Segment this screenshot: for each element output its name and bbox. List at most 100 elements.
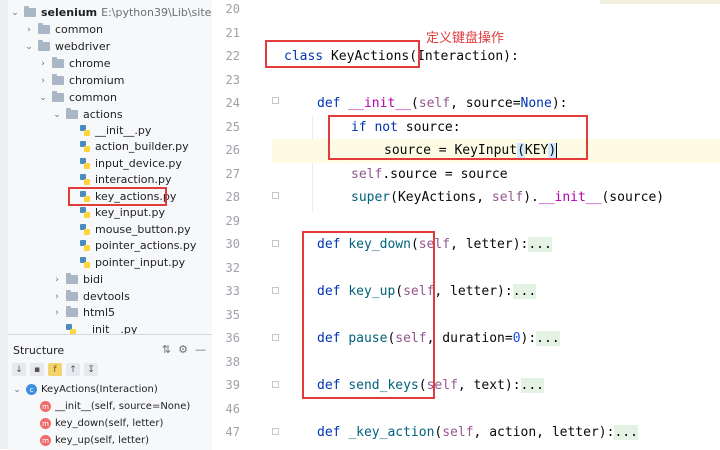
tree-item-label: chrome (69, 57, 111, 70)
chevron-right-icon[interactable]: › (24, 25, 34, 35)
line-number: 46 (225, 402, 240, 416)
code-text: (KeyActions, (390, 190, 492, 205)
project-tree: ⌄ selenium E:\python39\Lib\site-package … (8, 0, 212, 334)
gear-icon[interactable]: ⚙ (178, 343, 188, 356)
line-number: 30 (225, 237, 240, 251)
structure-item-method[interactable]: m key_up(self, letter) (40, 432, 149, 449)
folder-icon (66, 290, 78, 301)
chevron-right-icon[interactable]: › (38, 59, 48, 69)
chevron-right-icon[interactable]: › (52, 292, 62, 302)
tree-item-label: action_builder.py (95, 140, 189, 153)
python-file-icon (80, 207, 90, 218)
tree-file[interactable]: mouse_button.py (80, 221, 191, 238)
code-text: , duration= (426, 331, 513, 346)
show-methods-icon[interactable]: f (48, 363, 62, 376)
chevron-down-icon[interactable]: ⌄ (52, 110, 62, 120)
code-text: ( (410, 96, 419, 111)
highlight-init-body (328, 115, 588, 160)
structure-item-label: key_up(self, letter) (55, 435, 150, 446)
tree-item[interactable]: ⌄ common (38, 89, 117, 106)
line-number: 38 (225, 355, 240, 369)
inherited-icon[interactable]: ↑ (66, 363, 80, 376)
folder-icon (52, 91, 64, 102)
tree-item[interactable]: ⌄ webdriver (24, 38, 110, 55)
self-keyword: self (491, 190, 524, 205)
tree-item-label: webdriver (55, 40, 111, 53)
folder-icon (66, 108, 78, 119)
self-keyword: self (351, 167, 383, 182)
python-file-icon (80, 125, 90, 136)
tree-item-label: chromium (69, 74, 125, 87)
tree-item-label: __init__.py (81, 323, 138, 334)
line-number: 25 (225, 120, 240, 134)
tree-item[interactable]: › devtools (52, 288, 130, 305)
structure-toolbar: ⇅ ⚙ — (162, 343, 206, 356)
tree-item[interactable]: › bidi (52, 271, 103, 288)
chevron-down-icon[interactable]: ⌄ (38, 93, 48, 103)
tree-item[interactable]: ⌄ actions (52, 106, 123, 123)
folded-code[interactable]: ... (536, 331, 560, 346)
structure-item-class[interactable]: ⌄ c KeyActions(Interaction) (12, 381, 158, 398)
chevron-right-icon[interactable]: › (52, 275, 62, 285)
minimize-icon[interactable]: — (195, 343, 206, 356)
folded-code[interactable]: ... (614, 425, 638, 440)
tree-file[interactable]: pointer_input.py (80, 254, 185, 271)
code-line-47: def _key_action(self, action, letter):..… (317, 421, 720, 445)
folded-code[interactable]: ... (520, 378, 545, 393)
self-keyword: self (442, 425, 474, 440)
keyword: None (520, 96, 552, 111)
tree-file[interactable]: __init__.py (66, 321, 137, 334)
tree-root[interactable]: ⌄ selenium E:\python39\Lib\site-package (10, 4, 212, 21)
chevron-down-icon[interactable]: ⌄ (12, 385, 22, 395)
self-keyword: self (418, 96, 451, 111)
keyword: def (317, 96, 341, 111)
tree-item[interactable]: › html5 (52, 304, 115, 321)
code-line-27: self.source = source (351, 163, 720, 187)
show-fields-icon[interactable]: ▪ (30, 363, 44, 376)
sort-alpha-icon[interactable]: ↓ (12, 363, 26, 376)
structure-item-method[interactable]: m __init__(self, source=None) (40, 398, 190, 415)
structure-item-label: key_down(self, letter) (55, 418, 164, 429)
tree-file[interactable]: pointer_actions.py (80, 237, 196, 254)
chevron-down-icon[interactable]: ⌄ (10, 8, 20, 18)
structure-item-label: KeyActions(Interaction) (41, 384, 158, 395)
annotation-label: 定义键盘操作 (426, 31, 505, 46)
line-number: 27 (225, 167, 240, 181)
tree-item[interactable]: › chrome (38, 55, 111, 72)
code-text: (Interaction): (409, 49, 519, 64)
folded-code[interactable]: ... (512, 284, 537, 299)
sort-icon[interactable]: ⇅ (162, 343, 171, 356)
line-number: 26 (225, 143, 240, 157)
folded-code[interactable]: ... (528, 237, 552, 252)
tree-item[interactable]: › chromium (38, 72, 125, 89)
tree-file[interactable]: action_builder.py (80, 138, 189, 155)
highlight-class-declaration (265, 40, 420, 68)
code-text: , letter): (450, 237, 529, 252)
tree-item[interactable]: › common (24, 21, 103, 38)
line-number: 39 (225, 378, 240, 392)
line-number: 24 (225, 96, 240, 110)
tree-file[interactable]: __init__.py (80, 122, 151, 139)
code-text: , letter): (434, 284, 513, 299)
method-icon: m (40, 401, 51, 412)
code-text: ). (523, 190, 539, 205)
line-number: 36 (225, 331, 240, 345)
tree-file[interactable]: input_device.py (80, 155, 182, 172)
chevron-right-icon[interactable]: › (52, 308, 62, 318)
expand-icon[interactable]: ↧ (84, 363, 98, 376)
tree-item-label: devtools (83, 290, 130, 303)
tree-file[interactable]: interaction.py (80, 171, 171, 188)
python-file-icon (80, 224, 90, 235)
builtin-function: super (351, 190, 391, 205)
chevron-down-icon[interactable]: ⌄ (24, 42, 34, 52)
line-number: 47 (225, 425, 240, 439)
dunder-method: __init__ (538, 190, 602, 205)
chevron-right-icon[interactable]: › (38, 76, 48, 86)
highlight-key-actions-file (68, 187, 167, 206)
structure-item-method[interactable]: m key_down(self, letter) (40, 415, 163, 432)
tree-file[interactable]: key_input.py (80, 204, 165, 221)
folder-icon (38, 23, 50, 34)
tree-root-path: E:\python39\Lib\site-package (101, 6, 212, 19)
line-number: 23 (225, 73, 240, 87)
number-literal: 0 (512, 331, 521, 346)
